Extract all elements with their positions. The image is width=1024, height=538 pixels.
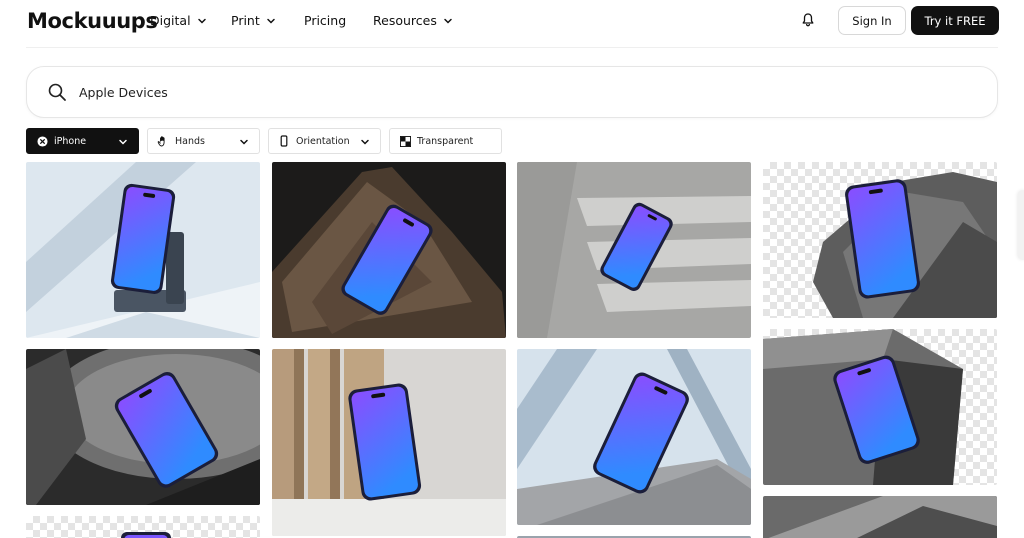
chevron-down-icon: [361, 139, 369, 145]
nav-item-label: Print: [231, 13, 260, 28]
nav-item-pricing[interactable]: Pricing: [304, 13, 346, 28]
filter-label: Transparent: [417, 135, 474, 147]
mockup-card[interactable]: [763, 329, 997, 485]
mockup-card[interactable]: [272, 349, 506, 536]
mockup-thumbnail: [517, 349, 751, 525]
mockup-thumbnail: [763, 496, 997, 538]
mockup-thumbnail: [26, 349, 260, 505]
filter-transparent[interactable]: Transparent: [389, 128, 502, 154]
mockup-card[interactable]: [272, 162, 506, 338]
mockup-card[interactable]: [763, 496, 997, 538]
chevron-down-icon: [197, 18, 206, 24]
side-panel-handle[interactable]: [1018, 190, 1024, 260]
nav-item-resources[interactable]: Resources: [373, 13, 453, 28]
close-circle-icon[interactable]: [36, 135, 48, 147]
nav-item-label: Resources: [373, 13, 437, 28]
chevron-down-icon: [444, 18, 452, 24]
mockup-thumbnail: [813, 172, 997, 318]
hand-icon: [157, 135, 169, 147]
try-free-button[interactable]: Try it FREE: [911, 6, 999, 35]
chevron-down-icon: [240, 139, 248, 145]
mockup-card[interactable]: [26, 162, 260, 338]
filter-label: Hands: [175, 135, 205, 147]
mockup-thumbnail: [121, 532, 171, 538]
nav-item-label: Digital: [150, 13, 191, 28]
filter-hands[interactable]: Hands: [147, 128, 260, 154]
header-divider: [26, 47, 998, 48]
mockup-thumbnail: [272, 162, 506, 338]
mockup-thumbnail: [763, 329, 963, 485]
mockup-thumbnail: [26, 162, 260, 338]
bell-icon[interactable]: [800, 12, 816, 28]
mockup-thumbnail: [517, 162, 751, 338]
checkerboard-icon: [399, 135, 411, 147]
filter-iphone[interactable]: iPhone: [26, 128, 139, 154]
mockup-card[interactable]: [26, 516, 260, 538]
mockup-card[interactable]: [763, 162, 997, 318]
filter-label: iPhone: [54, 135, 87, 147]
filter-label: Orientation: [296, 135, 350, 147]
search-bar[interactable]: [26, 66, 998, 118]
logo[interactable]: Mockuuups: [27, 9, 158, 33]
sign-in-button[interactable]: Sign In: [838, 6, 906, 35]
mockup-thumbnail: [272, 349, 506, 536]
filter-orientation[interactable]: Orientation: [268, 128, 381, 154]
chevron-down-icon: [267, 18, 275, 24]
search-input[interactable]: [79, 81, 959, 103]
nav-item-digital[interactable]: Digital: [150, 13, 207, 28]
chevron-down-icon: [119, 139, 127, 145]
mockup-card[interactable]: [517, 349, 751, 525]
nav-item-print[interactable]: Print: [231, 13, 276, 28]
mockup-card[interactable]: [26, 349, 260, 505]
top-navigation-bar: Mockuuups Digital Print Pricing Resource…: [0, 0, 1024, 44]
nav-item-label: Pricing: [304, 13, 347, 28]
search-icon: [48, 83, 66, 101]
phone-orientation-icon: [278, 135, 290, 147]
mockup-card[interactable]: [517, 162, 751, 338]
